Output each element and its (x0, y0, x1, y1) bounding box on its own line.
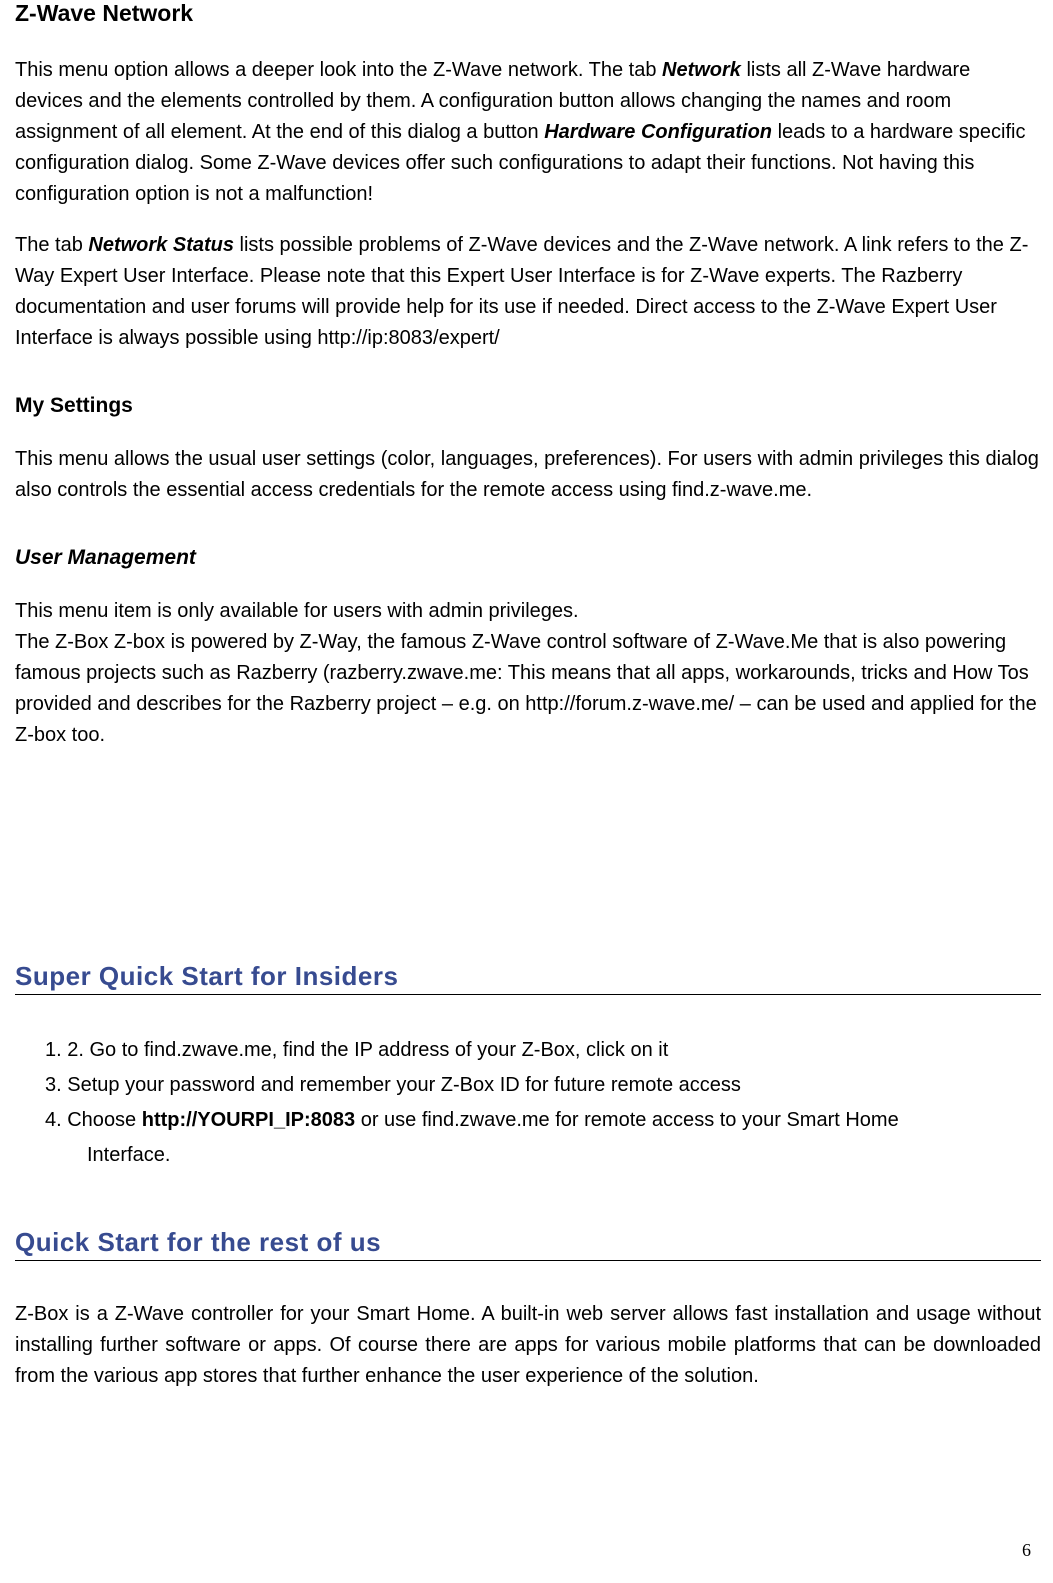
url-bold: http://YOURPI_IP:8083 (142, 1109, 355, 1131)
heading-my-settings: My Settings (15, 394, 1041, 418)
text-run: 4. Cho (45, 1109, 104, 1131)
text-run: 3. Set (45, 1074, 97, 1096)
text-run: fin (283, 1039, 304, 1061)
paragraph-quick-rest: Z-Box is a Z-Wave controller for your Sm… (15, 1299, 1041, 1392)
paragraph-usermgmt-1: This menu item is only available for use… (15, 596, 1041, 627)
heading-quick-start-rest: Quick Start for the rest of us (15, 1227, 1041, 1261)
text-run: d the (304, 1039, 354, 1061)
heading-quick-start-insiders: Super Quick Start for Insiders (15, 961, 1041, 995)
text-run: ose (104, 1109, 142, 1131)
text-run: of your Z-Box, click on it (455, 1039, 668, 1061)
text-run: your passwo (125, 1074, 237, 1096)
step-3: 3. Setup your password and remember your… (45, 1068, 1021, 1103)
paragraph-zwave-2: The tab Network Status lists possible pr… (15, 230, 1041, 354)
paragraph-mysettings: This menu allows the usual user settings… (15, 444, 1041, 506)
text-run: nd.zwave.me, (154, 1039, 283, 1061)
page-number: 6 (1022, 1540, 1031, 1561)
text-run: nd.zwave.me (432, 1109, 555, 1131)
text-run: This menu option allows a deeper look in… (15, 59, 662, 81)
text-run: ber (362, 1074, 396, 1096)
text-run: up (97, 1074, 125, 1096)
text-run: your Z-Box ID for futu (396, 1074, 587, 1096)
text-run: re remote acce (588, 1074, 721, 1096)
text-run: and remem (261, 1074, 362, 1096)
spacer (15, 771, 1041, 961)
step-4: 4. Choose http://YOURPI_IP:8083 or use f… (45, 1103, 1021, 1138)
step-1-2: 1. 2. Go to find.zwave.me, find the IP a… (45, 1033, 1021, 1068)
heading-user-management: User Management (15, 546, 1041, 570)
emph-network-status: Network Status (88, 234, 234, 256)
text-run: rd (237, 1074, 260, 1096)
text-run: 1. 2. Go to fi (45, 1039, 154, 1061)
text-run: ss (721, 1074, 741, 1096)
text-run: ss (694, 1109, 720, 1131)
text-run: ess (418, 1039, 455, 1061)
text-run: to your Smart Home (720, 1109, 899, 1131)
paragraph-zwave-1: This menu option allows a deeper look in… (15, 55, 1041, 210)
heading-zwave-network: Z-Wave Network (15, 0, 1041, 27)
text-run: for remote acce (555, 1109, 694, 1131)
text-run: or use fi (355, 1109, 432, 1131)
document-page: Z-Wave Network This menu option allows a… (0, 0, 1053, 1583)
step-4-tail: Interface. (87, 1138, 1021, 1173)
text-run: The tab (15, 234, 88, 256)
emph-network: Network (662, 59, 741, 81)
text-run: IP addr (354, 1039, 418, 1061)
emph-hardware-configuration: Hardware Configuration (544, 121, 772, 143)
paragraph-usermgmt-2: The Z-Box Z-box is powered by Z-Way, the… (15, 627, 1041, 751)
insiders-steps: 1. 2. Go to find.zwave.me, find the IP a… (45, 1033, 1021, 1173)
